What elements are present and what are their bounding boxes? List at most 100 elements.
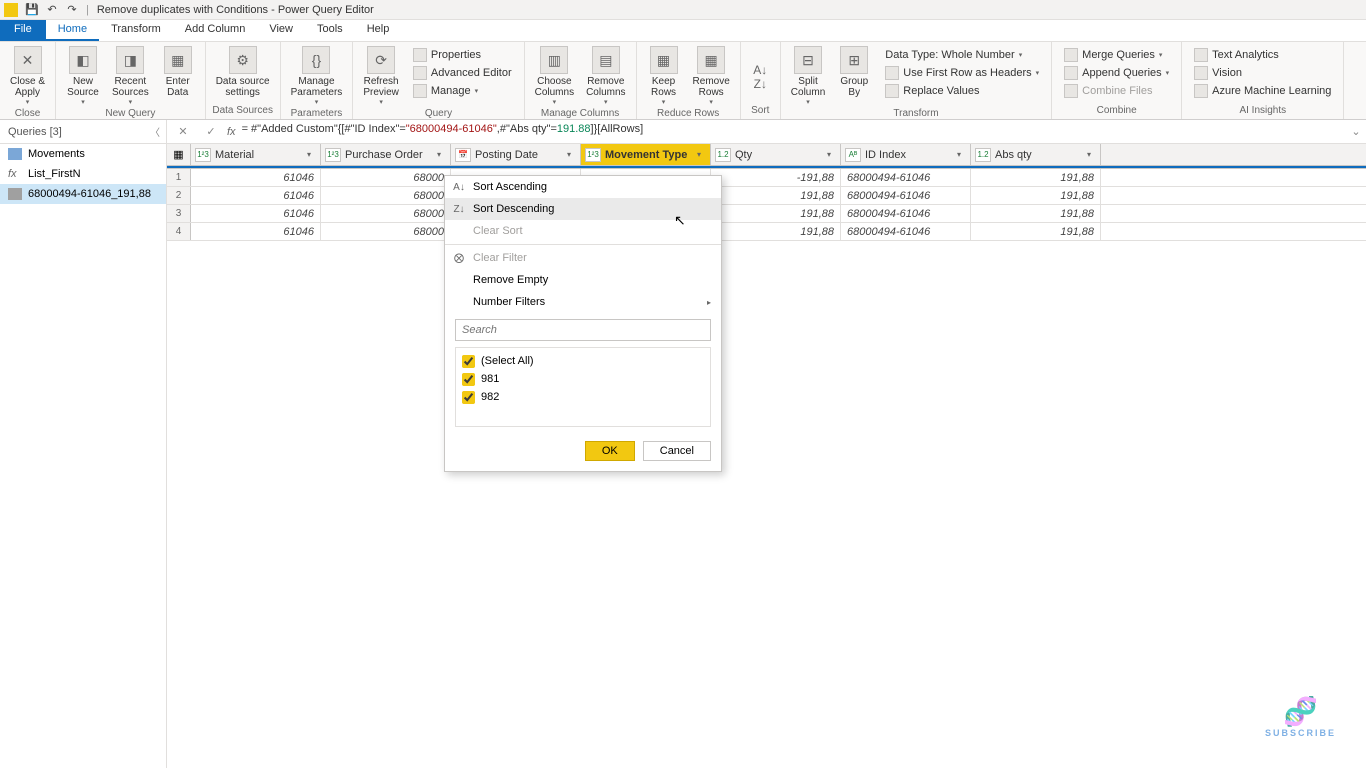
cancel-formula-icon[interactable]: ✕ [171, 122, 195, 142]
cell[interactable]: 191,88 [711, 205, 841, 222]
keep-rows-button[interactable]: ▦Keep Rows▾ [641, 44, 687, 108]
formula-bar[interactable]: = #"Added Custom"{[#"ID Index"="68000494… [240, 122, 1346, 142]
refresh-preview-button[interactable]: ⟳Refresh Preview▾ [357, 44, 405, 108]
cell[interactable]: 191,88 [971, 223, 1101, 240]
remove-rows-button[interactable]: ▦Remove Rows▾ [687, 44, 736, 108]
split-column-button[interactable]: ⊟Split Column▾ [785, 44, 831, 108]
recent-sources-button[interactable]: ◨Recent Sources▾ [106, 44, 155, 108]
cell[interactable]: 68000 [321, 169, 451, 186]
cell[interactable]: 68000494-61046 [841, 205, 971, 222]
filter-icon[interactable]: ▾ [1082, 148, 1096, 162]
tab-view[interactable]: View [257, 20, 305, 41]
query-result[interactable]: 68000494-61046_191,88 [0, 184, 166, 204]
cell[interactable]: 68000 [321, 223, 451, 240]
cell[interactable]: 61046 [191, 169, 321, 186]
col-material[interactable]: 1²3Material▾ [191, 144, 321, 165]
table-row[interactable]: 46104668000191,8868000494-61046191,88 [167, 223, 1366, 241]
choose-columns-button[interactable]: ▥Choose Columns▾ [529, 44, 580, 108]
data-type-button[interactable]: Data Type: Whole Number▾ [881, 46, 1043, 64]
table-row[interactable]: 26104668000191,8868000494-61046191,88 [167, 187, 1366, 205]
cell[interactable]: 61046 [191, 223, 321, 240]
redo-icon[interactable]: ↷ [63, 1, 81, 19]
sort-ascending[interactable]: A↓Sort Ascending [445, 176, 721, 198]
tab-add-column[interactable]: Add Column [173, 20, 258, 41]
clear-sort: Clear Sort [445, 220, 721, 242]
cell[interactable]: 191,88 [971, 187, 1101, 204]
undo-icon[interactable]: ↶ [43, 1, 61, 19]
cell[interactable]: 68000494-61046 [841, 223, 971, 240]
cell[interactable]: 61046 [191, 205, 321, 222]
save-icon[interactable]: 💾 [23, 1, 41, 19]
titlebar: 💾 ↶ ↷ | Remove duplicates with Condition… [0, 0, 1366, 20]
cell[interactable]: 61046 [191, 187, 321, 204]
query-movements[interactable]: Movements [0, 144, 166, 164]
col-posting-date[interactable]: 📅Posting Date▾ [451, 144, 581, 165]
properties-button[interactable]: Properties [409, 46, 516, 64]
cell[interactable]: 68000 [321, 205, 451, 222]
col-movement-type[interactable]: 1²3Movement Type▾ [581, 144, 711, 165]
col-id-index[interactable]: AᴮID Index▾ [841, 144, 971, 165]
filter-search[interactable] [455, 319, 711, 341]
filter-icon[interactable]: ▾ [822, 148, 836, 162]
cell[interactable]: -191,88 [711, 169, 841, 186]
filter-icon[interactable]: ▾ [432, 148, 446, 162]
tab-help[interactable]: Help [355, 20, 402, 41]
append-queries-button[interactable]: Append Queries▾ [1060, 64, 1173, 82]
replace-values-button[interactable]: Replace Values [881, 82, 1043, 100]
value-982-check[interactable]: 982 [462, 388, 704, 406]
value-981-check[interactable]: 981 [462, 370, 704, 388]
tab-home[interactable]: Home [46, 20, 99, 41]
collapse-queries-icon[interactable]: 〈 [150, 124, 160, 139]
advanced-editor-button[interactable]: Advanced Editor [409, 64, 516, 82]
col-qty[interactable]: 1.2Qty▾ [711, 144, 841, 165]
manage-parameters-button[interactable]: {}Manage Parameters▾ [285, 44, 349, 108]
select-all-corner[interactable]: ▦ [167, 144, 191, 165]
table-row[interactable]: 36104668000191,8868000494-61046191,88 [167, 205, 1366, 223]
table-row[interactable]: 16104668000-191,8868000494-61046191,88 [167, 169, 1366, 187]
number-filters[interactable]: Number Filters▸ [445, 291, 721, 313]
new-source-button[interactable]: ◧New Source▾ [60, 44, 106, 108]
sort-asc-icon[interactable]: A↓ [753, 63, 767, 77]
query-list-firstn[interactable]: fxList_FirstN [0, 164, 166, 184]
filter-icon[interactable]: ▾ [692, 148, 706, 162]
remove-empty[interactable]: Remove Empty [445, 269, 721, 291]
manage-button[interactable]: Manage▾ [409, 82, 516, 100]
cancel-button[interactable]: Cancel [643, 441, 711, 461]
cell[interactable]: 68000 [321, 187, 451, 204]
group-combine: Merge Queries▾ Append Queries▾ Combine F… [1052, 42, 1182, 119]
merge-queries-button[interactable]: Merge Queries▾ [1060, 46, 1173, 64]
expand-formula-icon[interactable]: ⌄ [1346, 125, 1366, 138]
sort-desc-icon[interactable]: Z↓ [754, 77, 767, 91]
grid-header: ▦ 1²3Material▾ 1²3Purchase Order▾ 📅Posti… [167, 144, 1366, 166]
filter-icon[interactable]: ▾ [952, 148, 966, 162]
sort-descending[interactable]: Z↓Sort Descending [445, 198, 721, 220]
vision-button[interactable]: Vision [1190, 64, 1335, 82]
fx-icon: fx [8, 168, 22, 180]
group-by-button[interactable]: ⊞Group By [831, 44, 877, 100]
filter-search-input[interactable] [455, 319, 711, 341]
cell[interactable]: 191,88 [711, 187, 841, 204]
col-purchase-order[interactable]: 1²3Purchase Order▾ [321, 144, 451, 165]
cell[interactable]: 191,88 [971, 169, 1101, 186]
cell[interactable]: 191,88 [711, 223, 841, 240]
col-abs-qty[interactable]: 1.2Abs qty▾ [971, 144, 1101, 165]
close-apply-button[interactable]: ✕Close & Apply▾ [4, 44, 51, 108]
azure-ml-button[interactable]: Azure Machine Learning [1190, 82, 1335, 100]
commit-formula-icon[interactable]: ✓ [199, 122, 223, 142]
remove-columns-button[interactable]: ▤Remove Columns▾ [580, 44, 631, 108]
tab-tools[interactable]: Tools [305, 20, 355, 41]
filter-icon[interactable]: ▾ [302, 148, 316, 162]
first-row-headers-button[interactable]: Use First Row as Headers▾ [881, 64, 1043, 82]
filter-icon[interactable]: ▾ [562, 148, 576, 162]
cell[interactable]: 191,88 [971, 205, 1101, 222]
ok-button[interactable]: OK [585, 441, 635, 461]
enter-data-button[interactable]: ▦Enter Data [155, 44, 201, 100]
text-analytics-button[interactable]: Text Analytics [1190, 46, 1335, 64]
cell[interactable]: 68000494-61046 [841, 187, 971, 204]
group-parameters: {}Manage Parameters▾ Parameters [281, 42, 354, 119]
tab-transform[interactable]: Transform [99, 20, 173, 41]
data-source-settings-button[interactable]: ⚙Data source settings [210, 44, 276, 100]
tab-file[interactable]: File [0, 20, 46, 41]
select-all-check[interactable]: (Select All) [462, 352, 704, 370]
cell[interactable]: 68000494-61046 [841, 169, 971, 186]
